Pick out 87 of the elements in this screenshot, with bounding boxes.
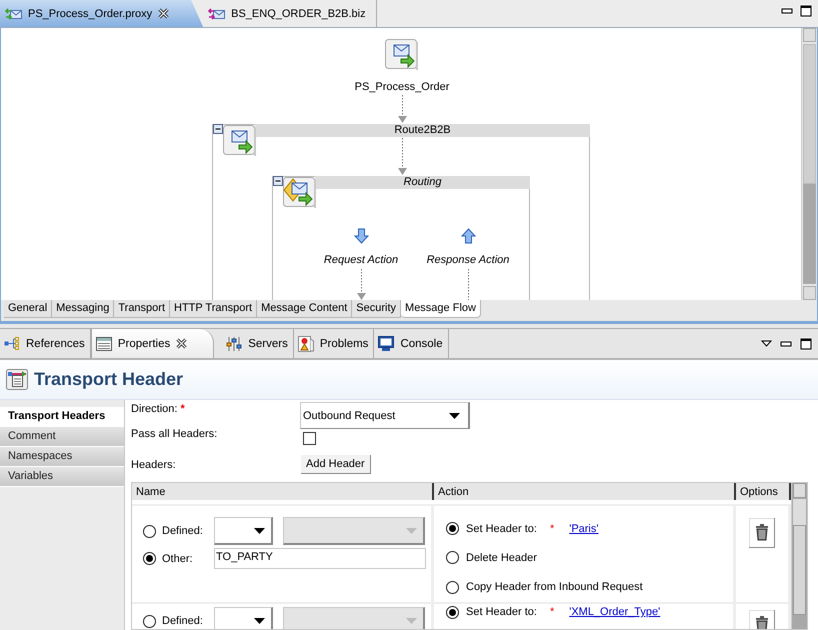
value-link[interactable]: 'Paris' xyxy=(569,522,598,535)
page-tab[interactable]: HTTP Transport xyxy=(170,300,258,318)
required-mark: * xyxy=(180,403,185,415)
radio-label: Set Header to: xyxy=(466,522,537,535)
radio-label: Defined: xyxy=(162,615,204,627)
value-link[interactable]: 'XML_Order_Type' xyxy=(569,606,660,618)
page-tab[interactable]: Transport xyxy=(114,300,170,318)
section-title: Transport Header xyxy=(34,369,184,390)
envelope-node-icon[interactable] xyxy=(223,125,256,156)
radio-button[interactable] xyxy=(143,524,156,538)
caret-icon xyxy=(254,618,265,624)
page-tab[interactable]: Messaging xyxy=(52,300,114,318)
radio-label: Defined: xyxy=(162,525,204,537)
checkbox[interactable] xyxy=(303,432,316,445)
page-tab[interactable]: Message Flow xyxy=(401,300,481,318)
envelope-arrows-icon xyxy=(208,6,226,20)
minimize-icon[interactable] xyxy=(780,340,792,346)
scrollbar[interactable] xyxy=(791,483,807,629)
monitor-icon xyxy=(378,336,394,351)
connector-arrow xyxy=(357,269,366,300)
view-menu-icon[interactable] xyxy=(761,340,772,347)
caret-icon xyxy=(406,618,417,624)
connector-arrow xyxy=(398,95,407,123)
form-icon xyxy=(6,369,28,390)
maximize-icon[interactable] xyxy=(800,338,812,350)
section-tab[interactable]: Comment xyxy=(0,427,124,447)
radio-button[interactable] xyxy=(143,614,156,628)
down-arrow-icon[interactable] xyxy=(354,228,369,244)
node-label: PS_Process_Order xyxy=(354,81,450,93)
diagram-icon xyxy=(4,337,20,350)
stage-header: Routing xyxy=(315,176,530,189)
envelope-arrows-icon xyxy=(5,6,22,20)
field-label: Headers: xyxy=(131,459,176,471)
radio-button[interactable] xyxy=(446,522,459,536)
field-label: Direction: xyxy=(131,403,178,415)
collapse-icon[interactable] xyxy=(213,124,223,134)
maximize-icon[interactable] xyxy=(800,5,812,17)
close-icon[interactable] xyxy=(158,8,170,19)
field-label: Pass all Headers: xyxy=(131,428,218,440)
collapse-icon[interactable] xyxy=(273,176,283,186)
up-arrow-icon[interactable] xyxy=(461,228,476,244)
envelope-node-icon[interactable] xyxy=(385,39,418,70)
action-label: Response Action xyxy=(426,254,510,266)
view-tab[interactable]: Properties xyxy=(90,329,214,358)
radio-label: Copy Header from Inbound Request xyxy=(466,581,643,594)
delete-button[interactable] xyxy=(749,518,775,548)
view-tab[interactable]: Servers xyxy=(222,329,294,358)
scrollbar[interactable] xyxy=(801,28,817,300)
close-icon[interactable] xyxy=(176,338,188,349)
caret-icon xyxy=(254,528,265,534)
required-mark: * xyxy=(550,522,554,535)
page-tab[interactable]: General xyxy=(4,300,52,318)
action-label: Request Action xyxy=(324,254,398,266)
page-tab[interactable]: Message Content xyxy=(257,300,352,318)
direction-dropdown[interactable]: Outbound Request xyxy=(300,402,470,429)
add-header-button[interactable]: Add Header xyxy=(301,455,371,474)
input-field[interactable]: TO_PARTY xyxy=(214,548,426,569)
column-header[interactable]: Name xyxy=(132,483,434,500)
caret-icon xyxy=(406,528,417,534)
dropdown[interactable] xyxy=(214,607,273,629)
minimize-icon[interactable] xyxy=(781,8,793,14)
radio-label: Delete Header xyxy=(466,552,537,564)
table-icon xyxy=(96,336,112,350)
radio-button[interactable] xyxy=(446,551,459,564)
document-icon xyxy=(298,336,314,352)
sliders-icon xyxy=(226,336,242,350)
view-tab[interactable]: Console xyxy=(374,329,449,358)
required-mark: * xyxy=(550,606,554,618)
radio-button[interactable] xyxy=(143,552,156,565)
radio-label: Other: xyxy=(162,552,194,564)
connector-arrow xyxy=(398,138,407,175)
caret-icon xyxy=(449,412,460,418)
editor-tab[interactable]: PS_Process_Order.proxy xyxy=(0,0,204,27)
section-tab[interactable]: Variables xyxy=(0,467,124,487)
routing-node-icon[interactable] xyxy=(283,177,316,208)
section-tab[interactable]: Transport Headers xyxy=(0,407,124,427)
radio-button[interactable] xyxy=(446,580,459,594)
trash-icon xyxy=(754,616,768,629)
stage-header: Route2B2B xyxy=(255,124,590,137)
editor-tab[interactable]: BS_ENQ_ORDER_B2B.biz xyxy=(203,0,377,27)
radio-button[interactable] xyxy=(446,606,459,618)
view-tab[interactable]: Problems xyxy=(294,329,374,358)
trash-icon xyxy=(754,524,768,541)
column-header[interactable]: Action xyxy=(434,483,736,500)
section-tab[interactable]: Namespaces xyxy=(0,447,124,467)
radio-label: Set Header to: xyxy=(466,606,537,618)
page-tab[interactable]: Security xyxy=(352,300,402,318)
